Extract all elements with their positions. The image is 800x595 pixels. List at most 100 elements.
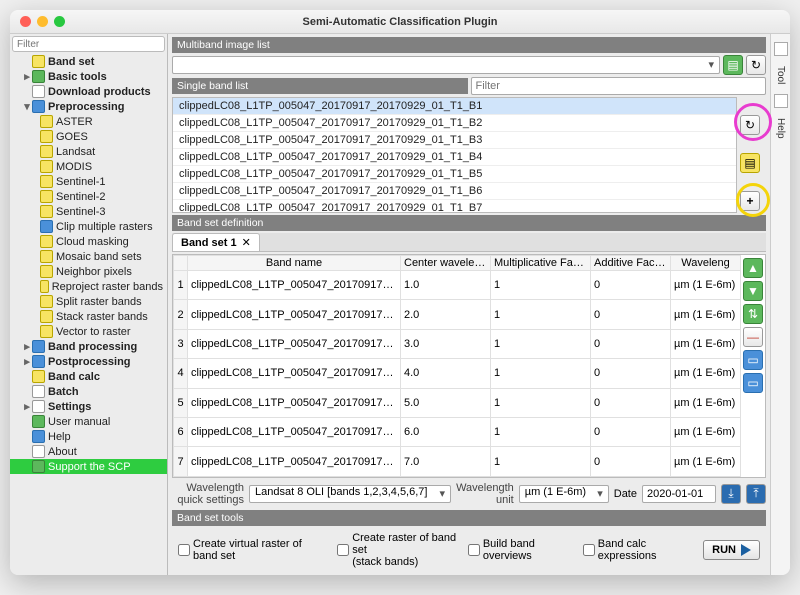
list-item[interactable]: clippedLC08_L1TP_005047_20170917_2017092… [173, 132, 736, 149]
sidebar-item[interactable]: MODIS [10, 159, 167, 174]
move-down-button[interactable]: ▼ [743, 281, 763, 301]
sidebar-item[interactable]: ▸Settings [10, 399, 167, 414]
help-tab[interactable]: Help [775, 118, 786, 139]
titlebar: Semi-Automatic Classification Plugin [10, 10, 790, 34]
sidebar-item[interactable]: Reproject raster bands [10, 279, 167, 294]
export-button[interactable]: ⤓ [721, 484, 741, 504]
sidebar-item[interactable]: Neighbor pixels [10, 264, 167, 279]
tool-tab-icon[interactable] [774, 42, 788, 56]
import-button[interactable]: ⤒ [746, 484, 766, 504]
help-tab-icon[interactable] [774, 94, 788, 108]
sidebar-item[interactable]: Batch [10, 384, 167, 399]
sidebar-item[interactable]: User manual [10, 414, 167, 429]
close-tab-icon[interactable]: ✕ [242, 236, 251, 249]
tree-icon [40, 190, 53, 203]
sidebar-item[interactable]: Vector to raster [10, 324, 167, 339]
list-item[interactable]: clippedLC08_L1TP_005047_20170917_2017092… [173, 200, 736, 213]
sidebar-item[interactable]: ▸Band processing [10, 339, 167, 354]
section-singleband: Single band list [172, 78, 468, 94]
singleband-filter[interactable] [471, 77, 767, 95]
check-overviews[interactable]: Build band overviews [468, 538, 573, 562]
tree-icon [40, 235, 53, 248]
tree-icon [40, 205, 53, 218]
section-definition: Band set definition [172, 215, 766, 231]
table-row[interactable]: 3clippedLC08_L1TP_005047_20170917_201709… [174, 329, 741, 358]
clear-button[interactable]: ▭ [743, 350, 763, 370]
nav-tree: Band set▸Basic toolsDownload products▾Pr… [10, 54, 167, 575]
table-row[interactable]: 7clippedLC08_L1TP_005047_20170917_201709… [174, 447, 741, 476]
refresh-multiband-button[interactable]: ↻ [746, 55, 766, 75]
tree-icon [40, 325, 53, 338]
sidebar-item[interactable]: Sentinel-2 [10, 189, 167, 204]
select-all-button[interactable]: ▤ [740, 153, 760, 173]
wavelength-label: Wavelength quick settings [172, 482, 244, 506]
tab-bandset-1[interactable]: Band set 1 ✕ [172, 233, 260, 251]
table-row[interactable]: 4clippedLC08_L1TP_005047_20170917_201709… [174, 359, 741, 388]
tree-icon [32, 415, 45, 428]
tree-icon [40, 130, 53, 143]
tree-icon [32, 70, 45, 83]
wavelength-combo[interactable]: Landsat 8 OLI [bands 1,2,3,4,5,6,7] [249, 485, 451, 503]
table-row[interactable]: 1clippedLC08_L1TP_005047_20170917_201709… [174, 271, 741, 300]
sidebar-item[interactable]: Sentinel-3 [10, 204, 167, 219]
sidebar-item[interactable]: Help [10, 429, 167, 444]
add-band-button[interactable]: + [740, 191, 760, 211]
list-item[interactable]: clippedLC08_L1TP_005047_20170917_2017092… [173, 183, 736, 200]
duplicate-button[interactable]: ▭ [743, 373, 763, 393]
check-stack-bands[interactable]: Create raster of band set (stack bands) [337, 532, 458, 568]
list-item[interactable]: clippedLC08_L1TP_005047_20170917_2017092… [173, 115, 736, 132]
move-up-button[interactable]: ▲ [743, 258, 763, 278]
section-tools: Band set tools [172, 510, 766, 526]
bandset-table[interactable]: Band nameCenter wavelengthMultiplicative… [173, 255, 741, 477]
tree-icon [32, 460, 45, 473]
tree-icon [40, 175, 53, 188]
table-row[interactable]: 5clippedLC08_L1TP_005047_20170917_201709… [174, 388, 741, 417]
tool-tab[interactable]: Tool [775, 66, 786, 84]
section-multiband: Multiband image list [172, 37, 766, 53]
sidebar-item[interactable]: Band calc [10, 369, 167, 384]
wavelength-unit-combo[interactable]: µm (1 E-6m) [519, 485, 609, 503]
sidebar-item[interactable]: ▾Preprocessing [10, 99, 167, 114]
tree-icon [32, 355, 45, 368]
list-item[interactable]: clippedLC08_L1TP_005047_20170917_2017092… [173, 98, 736, 115]
check-virtual-raster[interactable]: Create virtual raster of band set [178, 538, 327, 562]
list-item[interactable]: clippedLC08_L1TP_005047_20170917_2017092… [173, 149, 736, 166]
sidebar-item[interactable]: About [10, 444, 167, 459]
single-band-list[interactable]: clippedLC08_L1TP_005047_20170917_2017092… [172, 97, 737, 213]
sidebar-item[interactable]: Mosaic band sets [10, 249, 167, 264]
open-multiband-button[interactable]: ▤ [723, 55, 743, 75]
sidebar-item[interactable]: Clip multiple rasters [10, 219, 167, 234]
sidebar-item[interactable]: Sentinel-1 [10, 174, 167, 189]
multiband-combo[interactable] [172, 56, 720, 74]
tree-icon [32, 55, 45, 68]
sidebar-item[interactable]: Cloud masking [10, 234, 167, 249]
tree-icon [32, 85, 45, 98]
sidebar-item[interactable]: Stack raster bands [10, 309, 167, 324]
sidebar-item[interactable]: Band set [10, 54, 167, 69]
sidebar: Band set▸Basic toolsDownload products▾Pr… [10, 34, 168, 575]
list-item[interactable]: clippedLC08_L1TP_005047_20170917_2017092… [173, 166, 736, 183]
refresh-bandlist-button[interactable]: ↻ [740, 115, 760, 135]
sort-button[interactable]: ⇅ [743, 304, 763, 324]
check-band-calc[interactable]: Band calc expressions [583, 538, 693, 562]
sidebar-item[interactable]: Download products [10, 84, 167, 99]
remove-button[interactable]: — [743, 327, 763, 347]
sidebar-item[interactable]: Support the SCP [10, 459, 167, 474]
tree-icon [40, 280, 49, 293]
sidebar-filter[interactable] [12, 36, 165, 52]
run-button[interactable]: RUN [703, 540, 760, 560]
table-row[interactable]: 6clippedLC08_L1TP_005047_20170917_201709… [174, 417, 741, 446]
sidebar-item[interactable]: ASTER [10, 114, 167, 129]
tree-icon [40, 145, 53, 158]
date-input[interactable] [642, 485, 716, 503]
sidebar-item[interactable]: Landsat [10, 144, 167, 159]
sidebar-item[interactable]: ▸Postprocessing [10, 354, 167, 369]
window-title: Semi-Automatic Classification Plugin [10, 16, 790, 28]
sidebar-item[interactable]: GOES [10, 129, 167, 144]
sidebar-item[interactable]: Split raster bands [10, 294, 167, 309]
sidebar-item[interactable]: ▸Basic tools [10, 69, 167, 84]
tree-icon [40, 265, 53, 278]
table-row[interactable]: 2clippedLC08_L1TP_005047_20170917_201709… [174, 300, 741, 329]
tree-icon [32, 385, 45, 398]
tree-icon [32, 100, 45, 113]
